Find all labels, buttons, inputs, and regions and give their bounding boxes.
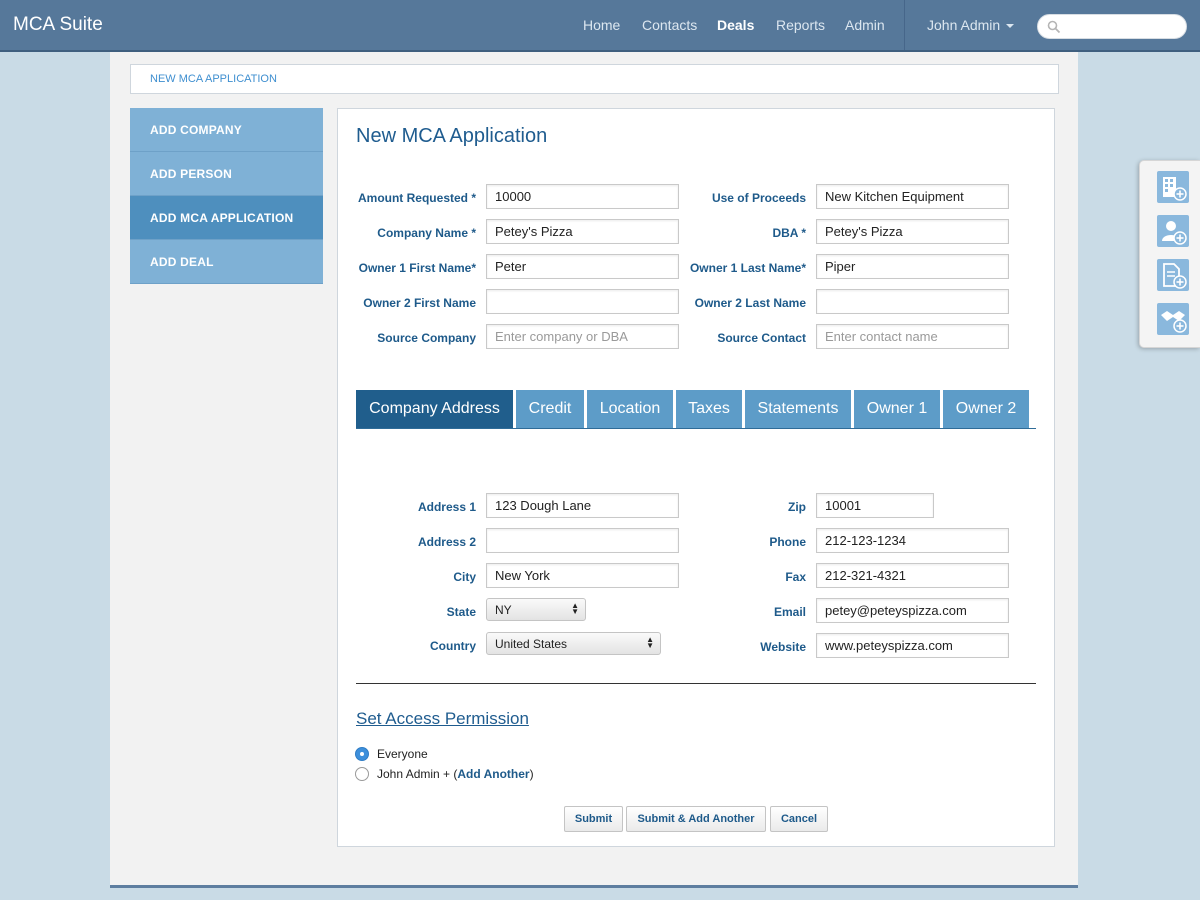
john-admin-suffix: ) bbox=[529, 767, 534, 781]
chevron-down-icon bbox=[1006, 24, 1015, 29]
tab-company-address[interactable]: Company Address bbox=[356, 390, 513, 428]
fax-input[interactable] bbox=[816, 563, 1009, 588]
address2-input[interactable] bbox=[486, 528, 679, 553]
website-input[interactable] bbox=[816, 633, 1009, 658]
tab-owner-1[interactable]: Owner 1 bbox=[854, 390, 940, 428]
owner2-last-name-label: Owner 2 Last Name bbox=[694, 296, 806, 310]
address1-input[interactable] bbox=[486, 493, 679, 518]
select-arrows-icon: ▲ ▼ bbox=[571, 601, 579, 616]
section-divider bbox=[356, 683, 1036, 684]
search-icon bbox=[1047, 20, 1061, 34]
add-person-icon bbox=[1162, 221, 1187, 245]
sidebar-item-add-company[interactable]: ADD COMPANY bbox=[130, 108, 323, 152]
app-brand[interactable]: MCA Suite bbox=[13, 14, 103, 36]
owner2-first-name-label: Owner 2 First Name bbox=[363, 296, 476, 310]
source-contact-label: Source Contact bbox=[717, 331, 806, 345]
owner1-first-name-input[interactable] bbox=[486, 254, 679, 279]
phone-input[interactable] bbox=[816, 528, 1009, 553]
radio-everyone[interactable] bbox=[355, 747, 369, 761]
cancel-button[interactable]: Cancel bbox=[770, 806, 828, 832]
quick-add-document-button[interactable] bbox=[1157, 259, 1189, 291]
radio-john-admin-label: John Admin + (Add Another) bbox=[377, 767, 534, 781]
use-of-proceeds-label: Use of Proceeds bbox=[711, 191, 806, 205]
sidebar-item-add-person[interactable]: ADD PERSON bbox=[130, 152, 323, 196]
dba-label: DBA * bbox=[772, 226, 806, 240]
sidebar-item-add-deal[interactable]: ADD DEAL bbox=[130, 240, 323, 284]
add-deal-icon bbox=[1161, 311, 1187, 333]
owner1-last-name-input[interactable] bbox=[816, 254, 1009, 279]
amount-requested-input[interactable] bbox=[486, 184, 679, 209]
nav-deals[interactable]: Deals bbox=[717, 17, 754, 33]
state-select[interactable]: NY ▲ ▼ bbox=[486, 598, 586, 621]
top-navbar: MCA Suite Home Contacts Deals Reports Ad… bbox=[0, 0, 1200, 52]
nav-home[interactable]: Home bbox=[583, 17, 620, 33]
nav-divider bbox=[904, 0, 905, 50]
submit-button[interactable]: Submit bbox=[564, 806, 623, 832]
address2-label: Address 2 bbox=[417, 535, 476, 549]
country-select[interactable]: United States ▲ ▼ bbox=[486, 632, 661, 655]
submit-add-another-button[interactable]: Submit & Add Another bbox=[626, 806, 766, 832]
john-admin-prefix: John Admin + ( bbox=[377, 767, 458, 781]
owner2-first-name-input[interactable] bbox=[486, 289, 679, 314]
page-title: New MCA Application bbox=[356, 125, 548, 147]
select-arrows-icon: ▲ ▼ bbox=[646, 635, 654, 650]
city-input[interactable] bbox=[486, 563, 679, 588]
page-container: NEW MCA APPLICATION ADD COMPANY ADD PERS… bbox=[110, 52, 1078, 888]
add-another-link[interactable]: Add Another bbox=[457, 767, 529, 781]
phone-label: Phone bbox=[769, 535, 806, 549]
nav-contacts[interactable]: Contacts bbox=[642, 17, 697, 33]
zip-label: Zip bbox=[788, 500, 806, 514]
amount-requested-label: Amount Requested * bbox=[357, 191, 476, 205]
add-company-icon bbox=[1163, 177, 1187, 201]
quick-add-deal-button[interactable] bbox=[1157, 303, 1189, 335]
source-contact-input[interactable] bbox=[816, 324, 1009, 349]
address1-label: Address 1 bbox=[417, 500, 476, 514]
tab-owner-2[interactable]: Owner 2 bbox=[943, 390, 1029, 428]
tab-bar: Company Address Credit Location Taxes St… bbox=[356, 390, 1036, 429]
tab-credit[interactable]: Credit bbox=[516, 390, 584, 428]
tab-location[interactable]: Location bbox=[587, 390, 673, 428]
owner1-last-name-label: Owner 1 Last Name* bbox=[689, 261, 806, 275]
radio-john-admin[interactable] bbox=[355, 767, 369, 781]
zip-input[interactable] bbox=[816, 493, 934, 518]
nav-admin[interactable]: Admin bbox=[845, 17, 885, 33]
city-label: City bbox=[453, 570, 476, 584]
breadcrumb[interactable]: NEW MCA APPLICATION bbox=[130, 64, 1059, 94]
source-company-input[interactable] bbox=[486, 324, 679, 349]
owner1-first-name-label: Owner 1 First Name* bbox=[358, 261, 476, 275]
user-name: John Admin bbox=[927, 17, 1001, 33]
company-name-label: Company Name * bbox=[377, 226, 476, 240]
country-label: Country bbox=[430, 639, 476, 653]
sidebar-item-add-mca-application[interactable]: ADD MCA APPLICATION bbox=[130, 196, 323, 240]
email-input[interactable] bbox=[816, 598, 1009, 623]
company-name-input[interactable] bbox=[486, 219, 679, 244]
search-input[interactable] bbox=[1037, 14, 1187, 39]
use-of-proceeds-input[interactable] bbox=[816, 184, 1009, 209]
quick-add-toolbar bbox=[1139, 160, 1200, 348]
email-label: Email bbox=[773, 605, 806, 619]
source-company-label: Source Company bbox=[377, 331, 476, 345]
fax-label: Fax bbox=[785, 570, 806, 584]
tab-statements[interactable]: Statements bbox=[745, 390, 851, 428]
quick-add-person-button[interactable] bbox=[1157, 215, 1189, 247]
nav-reports[interactable]: Reports bbox=[776, 17, 825, 33]
application-form-card: New MCA Application Amount Requested * U… bbox=[337, 108, 1055, 847]
tab-taxes[interactable]: Taxes bbox=[676, 390, 742, 428]
country-value: United States bbox=[495, 637, 568, 651]
radio-everyone-label: Everyone bbox=[377, 747, 428, 761]
state-label: State bbox=[446, 605, 476, 619]
user-menu[interactable]: John Admin bbox=[927, 17, 1015, 33]
website-label: Website bbox=[760, 640, 806, 654]
add-document-icon bbox=[1163, 263, 1187, 289]
sidebar: ADD COMPANY ADD PERSON ADD MCA APPLICATI… bbox=[130, 108, 323, 284]
dba-input[interactable] bbox=[816, 219, 1009, 244]
owner2-last-name-input[interactable] bbox=[816, 289, 1009, 314]
state-value: NY bbox=[495, 603, 512, 617]
set-access-permission-link[interactable]: Set Access Permission bbox=[356, 709, 529, 729]
quick-add-company-button[interactable] bbox=[1157, 171, 1189, 203]
